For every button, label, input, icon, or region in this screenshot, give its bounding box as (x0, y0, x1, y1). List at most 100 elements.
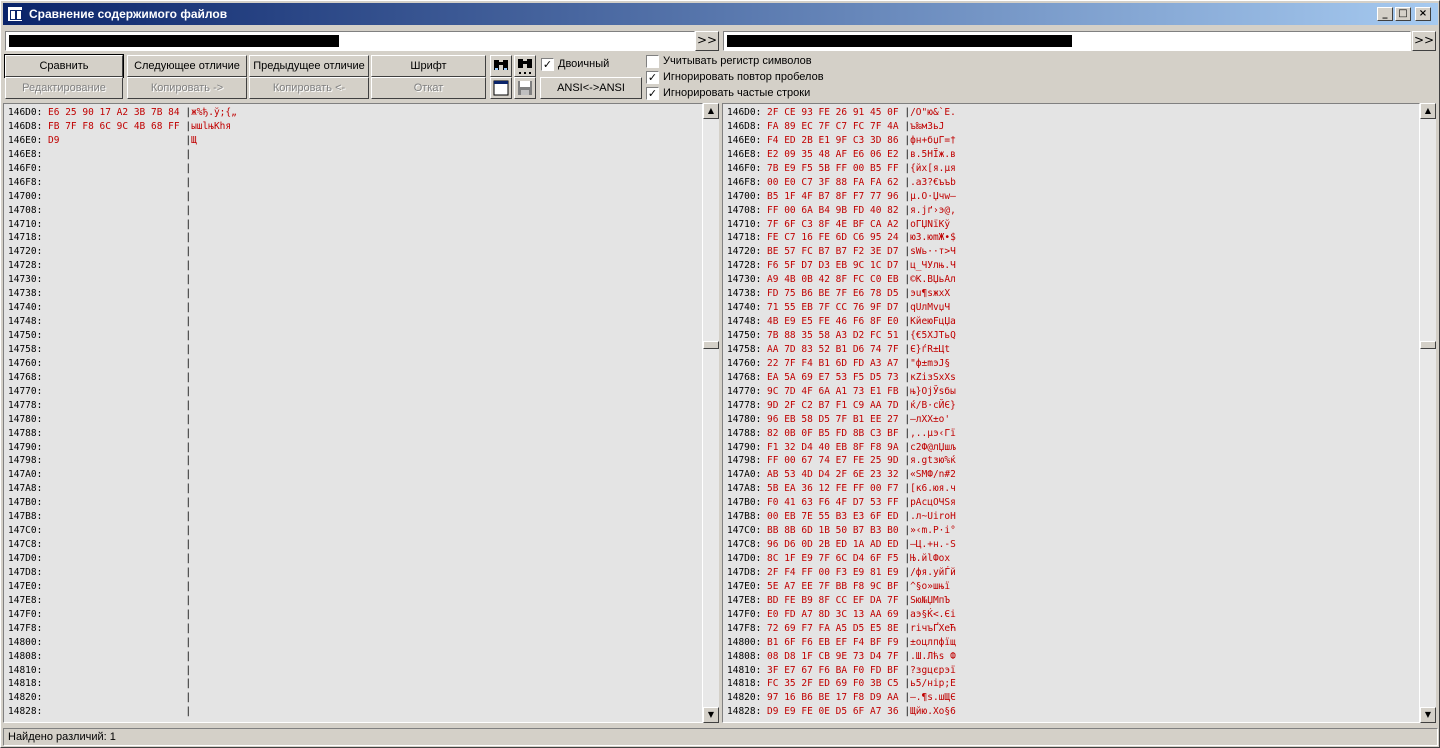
hex-text: ц_ЧУлњ.Ч (910, 260, 956, 272)
hex-address: 14708: (727, 204, 768, 216)
compare-button[interactable]: Сравнить (4, 54, 124, 78)
window-view-button[interactable] (490, 77, 512, 99)
encoding-button[interactable]: ANSI<->ANSI (540, 77, 642, 99)
left-scrollbar[interactable]: ▲ ▼ (703, 103, 719, 723)
minimize-button[interactable]: _ (1377, 7, 1393, 21)
hex-separator: | (179, 162, 192, 174)
hex-separator: | (179, 706, 192, 718)
left-file-path-field[interactable] (5, 31, 695, 51)
hex-text: Є}ѓR±Цt (910, 343, 951, 355)
hex-separator: | (179, 218, 192, 230)
hex-row: 147D8: | (8, 566, 237, 580)
hex-separator: | (898, 162, 911, 174)
hex-separator: | (898, 580, 911, 592)
hex-row: 14738: FD 75 B6 BE 7F E6 78 D5 |эu¶ѕжxХ (727, 287, 956, 301)
hex-bytes: BE 57 FC B7 B7 F2 3E D7 (767, 246, 899, 258)
hex-address: 146E0: (8, 134, 49, 146)
hex-separator: | (898, 469, 911, 481)
hex-address: 14798: (727, 455, 768, 467)
hex-bytes (48, 428, 180, 439)
hex-address: 14768: (8, 371, 49, 383)
edit-button[interactable]: Редактирование (5, 77, 123, 99)
hex-separator: | (898, 260, 911, 272)
left-scroll-down-button[interactable]: ▼ (703, 707, 719, 723)
right-scroll-up-button[interactable]: ▲ (1420, 103, 1436, 119)
hex-bytes (48, 678, 180, 689)
find-button[interactable] (490, 55, 512, 77)
hex-row: 147D0: 8C 1F E9 7F 6C D4 6F F5 |Њ.йlФox (727, 552, 956, 566)
hex-separator: | (179, 343, 192, 355)
hex-row: 147A8: | (8, 482, 237, 496)
hex-bytes (48, 651, 180, 662)
hex-separator: | (898, 385, 911, 397)
save-button[interactable] (514, 77, 536, 99)
hex-row: 147C8: 96 D6 0D 2B ED 1A AD ED |–Ц.+н.-S (727, 538, 956, 552)
rollback-button[interactable]: Откат (371, 77, 486, 99)
hex-row: 146F0: 7B E9 F5 5B FF 00 B5 FF |{йх[я.µя (727, 162, 956, 176)
hex-text: {йх[я.µя (910, 162, 956, 174)
hex-separator: | (179, 330, 192, 341)
hex-row: 14760: | (8, 357, 237, 371)
hex-row: 147B8: 00 EB 7E 55 B3 E3 6F ED |.л~UіroН (727, 510, 956, 524)
find-next-button[interactable] (514, 55, 536, 77)
hex-bytes: B5 1F 4F B7 8F F7 77 96 (767, 190, 899, 202)
hex-address: 147A8: (727, 483, 768, 495)
copy-left-button[interactable]: Копировать <- (249, 77, 369, 99)
left-scroll-thumb[interactable] (703, 341, 719, 349)
close-button[interactable]: × (1415, 7, 1431, 21)
hex-separator: | (898, 497, 911, 509)
hex-address: 147D0: (8, 553, 49, 564)
right-file-path-redacted (727, 35, 1072, 47)
hex-separator: | (898, 608, 911, 620)
hex-separator: | (898, 232, 911, 244)
hex-text: ±oцлпфїщ (910, 636, 956, 648)
hex-bytes (48, 609, 180, 620)
hex-bytes (48, 525, 180, 536)
font-button[interactable]: Шрифт (371, 55, 486, 77)
hex-bytes (48, 623, 180, 634)
hex-separator: | (898, 525, 911, 537)
hex-address: 146F8: (8, 176, 49, 188)
hex-row: 14720: | (8, 245, 237, 259)
maximize-button[interactable]: □ (1395, 7, 1411, 21)
hex-address: 14788: (727, 427, 768, 439)
hex-separator: | (179, 148, 192, 160)
right-scroll-down-button[interactable]: ▼ (1420, 707, 1436, 723)
match-case-checkbox-box[interactable] (646, 55, 659, 68)
right-browse-button[interactable]: >> (1412, 31, 1436, 51)
prev-diff-button[interactable]: Предыдущее отличие (249, 55, 369, 77)
hex-separator: | (898, 134, 911, 146)
hex-address: 14760: (727, 357, 768, 369)
hex-separator: | (179, 608, 192, 620)
hex-text: ‚..µэ‹Гї (910, 427, 956, 439)
hex-address: 147D0: (727, 553, 768, 564)
ignore-frequent-lines-checkbox-box[interactable]: ✓ (646, 87, 659, 100)
copy-right-button[interactable]: Копировать -> (127, 77, 247, 99)
next-diff-button[interactable]: Следующее отличие (127, 55, 247, 77)
hex-address: 14738: (8, 288, 49, 300)
hex-text: Щйю.Хo§6 (910, 706, 956, 718)
hex-bytes: 9C 7D 4F 6A A1 73 E1 FB (767, 385, 899, 397)
ignore-spaces-checkbox-box[interactable]: ✓ (646, 71, 659, 84)
hex-address: 146D8: (727, 120, 768, 132)
hex-bytes (48, 191, 180, 202)
hex-bytes (48, 358, 180, 369)
hex-row: 14718: | (8, 231, 237, 245)
title-bar[interactable]: Сравнение содержимого файлов _ □ × (3, 3, 1438, 25)
binary-checkbox-box[interactable]: ✓ (541, 58, 554, 71)
hex-separator: | (179, 566, 192, 578)
right-scrollbar[interactable]: ▲ ▼ (1420, 103, 1436, 723)
left-scroll-up-button[interactable]: ▲ (703, 103, 719, 119)
hex-separator: | (898, 441, 911, 453)
right-file-path-field[interactable] (723, 31, 1411, 51)
hex-row: 14758: | (8, 343, 237, 357)
right-scroll-thumb[interactable] (1420, 341, 1436, 349)
hex-bytes: F1 32 D4 40 EB 8F F8 9A (767, 441, 899, 453)
hex-bytes (48, 706, 180, 717)
hex-separator: | (898, 204, 911, 216)
left-hex-pane[interactable]: 146D0: E6 25 90 17 A2 3B 7B 84 |ж%ђ.ў;{„… (3, 103, 703, 723)
hex-address: 147C8: (8, 539, 49, 551)
right-hex-content: 146D0: 2F CE 93 FE 26 91 45 0F |/О"ю&`E.… (727, 106, 956, 719)
right-hex-pane[interactable]: 146D0: 2F CE 93 FE 26 91 45 0F |/О"ю&`E.… (722, 103, 1420, 723)
left-browse-button[interactable]: >> (695, 31, 719, 51)
